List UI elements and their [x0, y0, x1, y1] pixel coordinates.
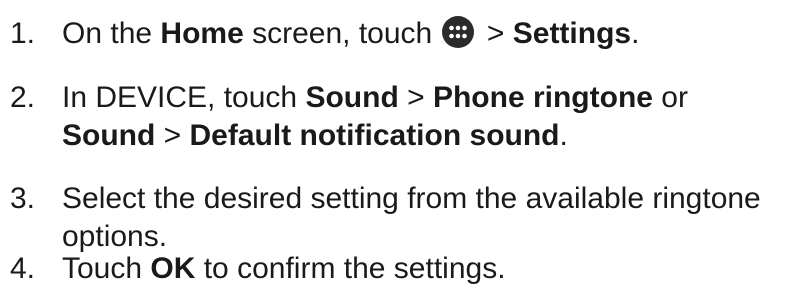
step-text: On the Home screen, touch > Settings. [62, 15, 640, 50]
default-notification-sound-label: Default notification sound [189, 119, 560, 152]
settings-label: Settings [512, 17, 632, 50]
step-text: Touch OK to confirm the settings. [62, 252, 506, 285]
step-3: 3. Select the desired setting from the a… [10, 180, 799, 256]
step-1: 1. On the Home screen, touch > Settings. [10, 15, 799, 53]
step-number: 3. [10, 182, 36, 215]
home-label: Home [160, 17, 244, 50]
instruction-steps: 1. On the Home screen, touch > Settings.… [0, 0, 799, 299]
sound-label: Sound [305, 81, 399, 114]
ok-label: OK [150, 252, 196, 285]
sound-label: Sound [62, 119, 156, 152]
apps-grid-icon [441, 15, 475, 49]
step-4: 4. Touch OK to confirm the settings. [10, 250, 799, 288]
step-number: 1. [10, 17, 36, 50]
step-text: In DEVICE, touch Sound > Phone ringtone … [62, 81, 688, 152]
step-number: 4. [10, 252, 36, 285]
step-number: 2. [10, 81, 36, 114]
step-text: Select the desired setting from the avai… [62, 182, 761, 253]
phone-ringtone-label: Phone ringtone [432, 81, 653, 114]
step-2: 2. In DEVICE, touch Sound > Phone ringto… [10, 79, 799, 155]
